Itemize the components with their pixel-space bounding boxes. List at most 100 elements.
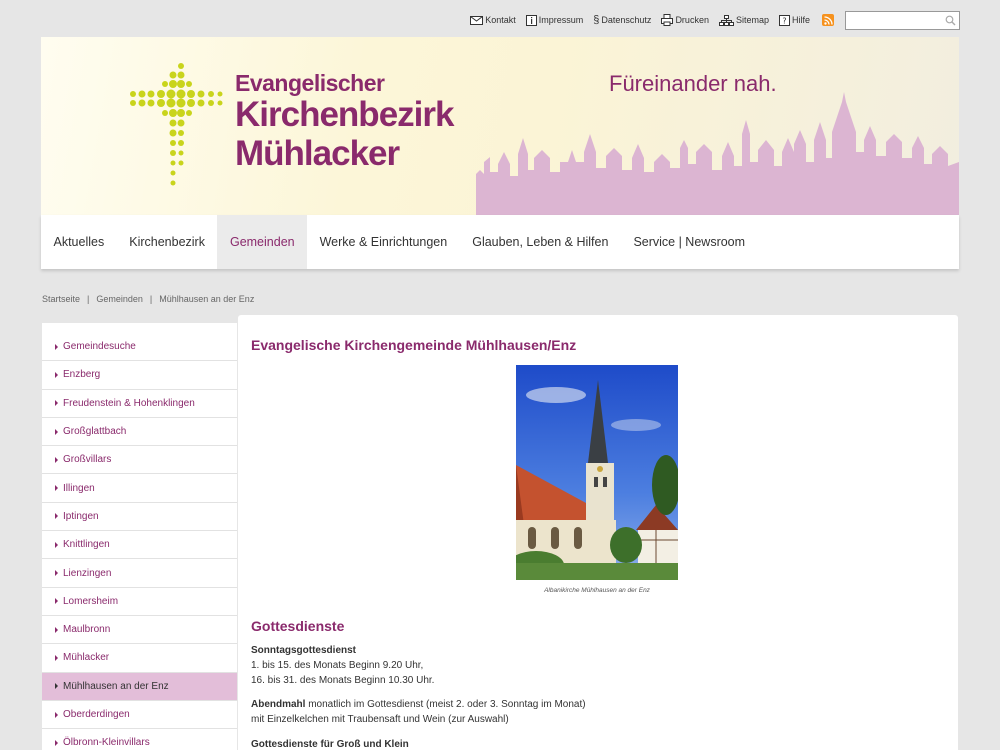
page-title: Evangelische Kirchengemeinde Mühlhausen/… <box>251 337 577 353</box>
section-title-gottesdienste: Gottesdienste <box>251 618 345 634</box>
sidebar-item-maulbronn[interactable]: Maulbronn <box>42 616 237 645</box>
breadcrumb-separator: | <box>87 294 90 304</box>
hilfe-label: Hilfe <box>791 15 810 25</box>
arrow-right-icon <box>55 683 58 690</box>
header-banner: Evangelischer Kirchenbezirk Mühlacker Fü… <box>41 37 959 215</box>
printer-icon <box>661 14 674 26</box>
sidebar-item-label: Großglattbach <box>63 426 127 438</box>
abendmahl-text: monatlich im Gottesdienst (meist 2. oder… <box>305 699 586 710</box>
search-icon[interactable] <box>945 15 956 26</box>
arrow-right-icon <box>55 654 58 661</box>
sidebar-item-grossvillars[interactable]: Großvillars <box>42 446 237 475</box>
sidebar-item-iptingen[interactable]: Iptingen <box>42 503 237 532</box>
sidebar-item-label: Lienzingen <box>63 567 112 579</box>
logo-text-kirchenbezirk: Kirchenbezirk <box>235 95 454 134</box>
abendmahl-label: Abendmahl <box>251 699 306 710</box>
gross-klein-label: Gottesdienste für Groß und Klein <box>251 739 409 750</box>
envelope-icon <box>470 15 484 25</box>
photo-caption: Albanikirche Mühlhausen an der Enz <box>544 587 650 594</box>
kontakt-label: Kontakt <box>485 15 516 25</box>
svg-text:?: ? <box>782 16 786 25</box>
hilfe-link[interactable]: ? Hilfe <box>778 14 810 26</box>
sidebar-nav: Gemeindesuche Enzberg Freudenstein & Hoh… <box>42 323 237 750</box>
sunday-service-line2: 16. bis 31. des Monats Beginn 10.30 Uhr. <box>251 675 435 686</box>
sidebar-item-label: Ölbronn-Kleinvillars <box>63 737 150 749</box>
sidebar-item-label: Iptingen <box>63 510 99 522</box>
drucken-link[interactable]: Drucken <box>661 14 709 26</box>
sidebar-item-label: Großvillars <box>63 454 112 466</box>
sidebar-item-label: Illingen <box>63 482 95 494</box>
sidebar-item-gemeindesuche[interactable]: Gemeindesuche <box>42 333 237 362</box>
church-image <box>516 365 678 580</box>
sunday-service-block: Sonntagsgottesdienst 1. bis 15. des Mona… <box>251 643 434 688</box>
arrow-right-icon <box>55 485 58 492</box>
sidebar-item-label: Gemeindesuche <box>63 341 136 353</box>
search-box <box>845 10 960 30</box>
sidebar-item-lienzingen[interactable]: Lienzingen <box>42 559 237 588</box>
sidebar-item-oberderdingen[interactable]: Oberderdingen <box>42 701 237 730</box>
impressum-link[interactable]: Impressum <box>525 14 584 26</box>
drucken-label: Drucken <box>675 15 709 25</box>
abendmahl-block: Abendmahl monatlich im Gottesdienst (mei… <box>251 697 586 727</box>
sidebar-item-label: Mühlacker <box>63 652 110 664</box>
arrow-right-icon <box>55 541 58 548</box>
impressum-label: Impressum <box>538 15 584 25</box>
sidebar-item-enzberg[interactable]: Enzberg <box>42 361 237 390</box>
search-input[interactable] <box>846 13 941 30</box>
arrow-right-icon <box>55 598 58 605</box>
arrow-right-icon <box>55 456 58 463</box>
sidebar-item-label: Lomersheim <box>63 595 119 607</box>
nav-item-service-newsroom[interactable]: Service | Newsroom <box>621 215 758 269</box>
paragraph-icon: § <box>593 14 600 26</box>
arrow-right-icon <box>55 428 58 435</box>
sidebar-item-illingen[interactable]: Illingen <box>42 474 237 503</box>
town-skyline-graphic <box>476 92 959 215</box>
logo-text-muehlacker: Mühlacker <box>235 134 400 173</box>
datenschutz-link[interactable]: § Datenschutz <box>593 14 651 26</box>
sidebar-item-label: Enzberg <box>63 369 101 381</box>
gross-klein-block: Gottesdienste für Groß und Klein <box>251 737 409 750</box>
nav-item-werke-einrichtungen[interactable]: Werke & Einrichtungen <box>307 215 460 269</box>
breadcrumb-current[interactable]: Mühlhausen an der Enz <box>159 294 254 304</box>
nav-item-aktuelles[interactable]: Aktuelles <box>41 215 117 269</box>
sitemap-label: Sitemap <box>735 15 769 25</box>
nav-item-kirchenbezirk[interactable]: Kirchenbezirk <box>117 215 218 269</box>
breadcrumb-gemeinden[interactable]: Gemeinden <box>96 294 143 304</box>
rss-feed-link[interactable] <box>822 14 834 26</box>
arrow-right-icon <box>55 570 58 577</box>
nav-item-gemeinden[interactable]: Gemeinden <box>217 215 308 269</box>
arrow-right-icon <box>55 400 58 407</box>
logo-cross-icon <box>130 63 223 186</box>
main-nav: Aktuelles Kirchenbezirk Gemeinden Werke … <box>41 215 959 269</box>
kontakt-link[interactable]: Kontakt <box>470 15 516 25</box>
sitemap-link[interactable]: Sitemap <box>718 14 769 26</box>
arrow-right-icon <box>55 513 58 520</box>
sidebar-item-freudenstein[interactable]: Freudenstein & Hohenklingen <box>42 390 237 418</box>
sidebar-item-label: Knittlingen <box>63 539 110 551</box>
breadcrumb: Startseite | Gemeinden | Mühlhausen an d… <box>42 294 254 304</box>
logo-text-evangelischer: Evangelischer <box>235 70 385 96</box>
sidebar-item-oelbronn[interactable]: Ölbronn-Kleinvillars <box>42 729 237 750</box>
sidebar-item-grossglattbach[interactable]: Großglattbach <box>42 418 237 447</box>
breadcrumb-separator: | <box>149 294 153 304</box>
breadcrumb-startseite[interactable]: Startseite <box>42 294 80 304</box>
sidebar-item-label: Freudenstein & Hohenklingen <box>63 397 195 409</box>
church-photo <box>516 365 678 580</box>
sunday-service-label: Sonntagsgottesdienst <box>251 645 357 656</box>
arrow-right-icon <box>55 711 58 718</box>
sitemap-icon <box>718 14 734 26</box>
rss-icon <box>823 15 833 25</box>
utility-bar: Kontakt Impressum § Datenschutz Drucken … <box>0 10 960 30</box>
abendmahl-line2: mit Einzelkelchen mit Traubensaft und We… <box>251 714 509 725</box>
slogan: Füreinander nah. <box>609 71 777 96</box>
arrow-right-icon <box>55 739 58 746</box>
sidebar-item-muehlhausen[interactable]: Mühlhausen an der Enz <box>42 672 237 701</box>
datenschutz-label: Datenschutz <box>601 15 652 25</box>
sidebar-item-label: Mühlhausen an der Enz <box>63 680 169 692</box>
sidebar-item-label: Oberderdingen <box>63 709 130 720</box>
sidebar-item-lomersheim[interactable]: Lomersheim <box>42 588 237 616</box>
sidebar-item-knittlingen[interactable]: Knittlingen <box>42 531 237 560</box>
sidebar-item-muehlacker[interactable]: Mühlacker <box>42 644 237 673</box>
nav-item-glauben-leben-hilfen[interactable]: Glauben, Leben & Hilfen <box>460 215 621 269</box>
arrow-right-icon <box>55 626 58 633</box>
